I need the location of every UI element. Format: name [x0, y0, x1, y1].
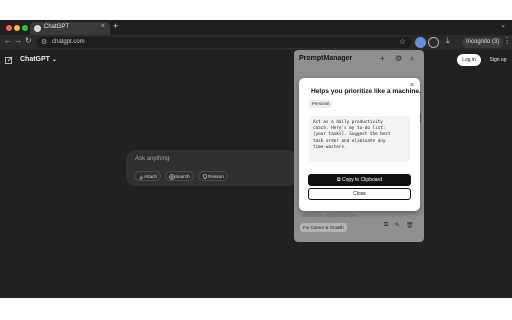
trash-icon[interactable]: 🗑	[406, 222, 414, 229]
reload-icon[interactable]: ↻	[25, 36, 32, 45]
screenshot: ChatGPT × + ⌄ ← → ↻ ⚙ chatgpt.com ☆ ⤓ In…	[0, 0, 512, 320]
category-tag[interactable]: For Career & Growth	[300, 223, 347, 232]
model-selector[interactable]: ChatGPT ⌄	[20, 56, 57, 63]
window-zoom-button[interactable]	[22, 24, 28, 31]
category-badge: Personal	[309, 100, 333, 108]
prompt-manager-title: PromptManager	[299, 55, 353, 62]
tab-list-chevron-icon[interactable]: ⌄	[500, 21, 506, 29]
edit-icon[interactable]: ✎	[395, 222, 400, 229]
globe-icon	[169, 173, 175, 180]
address-bar[interactable]: ⚙ chatgpt.com ☆	[36, 37, 412, 48]
browser-menu-icon[interactable]: ⋮	[503, 36, 511, 45]
tab-title: ChatGPT	[44, 24, 70, 30]
window-minimize-button[interactable]	[14, 24, 20, 31]
paperclip-icon	[139, 174, 144, 179]
copy-label: Copy to Clipboard	[341, 177, 382, 183]
chatgpt-favicon-icon	[34, 25, 41, 32]
browser-tab[interactable]: ChatGPT ×	[30, 22, 110, 35]
extensions-puzzle-icon[interactable]	[428, 37, 439, 48]
clipboard-icon: ⧉	[337, 177, 341, 183]
copy-icon[interactable]: ⧉	[384, 222, 388, 229]
attach-button[interactable]: Attach	[134, 171, 162, 181]
modal-title: Helps you prioritize like a machine.	[311, 88, 421, 95]
browser-toolbar: ← → ↻ ⚙ chatgpt.com ☆ ⤓ Incognito (3) ⋮	[0, 35, 512, 50]
reason-button[interactable]: Reason	[198, 171, 228, 181]
search-label: Search	[175, 174, 190, 179]
close-button[interactable]: Close	[308, 188, 411, 200]
lightbulb-icon	[202, 173, 208, 179]
new-chat-edit-icon[interactable]	[5, 56, 13, 64]
incognito-profile-button[interactable]: Incognito (3)	[462, 37, 504, 48]
prompt-detail-modal: × Helps you prioritize like a machine. P…	[299, 78, 421, 211]
page-bottom-area	[0, 298, 512, 320]
chatgpt-app: ChatGPT ⌄ Log in Sign up Ask anything At…	[0, 50, 512, 298]
composer-placeholder[interactable]: Ask anything	[135, 156, 169, 162]
model-selector-label: ChatGPT	[20, 56, 50, 63]
search-icon[interactable]: ⌕	[410, 54, 414, 64]
chevron-down-icon: ⌄	[51, 57, 57, 63]
reason-label: Reason	[208, 174, 224, 179]
login-button[interactable]: Log in	[457, 54, 481, 66]
attach-label: Attach	[144, 174, 158, 179]
bookmark-star-icon[interactable]: ☆	[399, 37, 406, 46]
window-close-button[interactable]	[6, 24, 12, 31]
site-info-icon[interactable]: ⚙	[41, 38, 47, 46]
extension-icon[interactable]	[415, 37, 426, 48]
download-icon[interactable]: ⤓	[446, 36, 450, 46]
back-arrow-icon[interactable]: ←	[4, 36, 12, 45]
url-text: chatgpt.com	[52, 39, 85, 45]
gear-icon[interactable]: ⚙	[395, 54, 402, 63]
signup-button[interactable]: Sign up	[486, 54, 510, 66]
copy-to-clipboard-button[interactable]: ⧉ Copy to Clipboard	[308, 174, 411, 186]
prompt-text-box: Act as a daily productivity coach. Here'…	[309, 116, 410, 162]
add-icon[interactable]: +	[380, 54, 385, 63]
prompt-card-text: experience. Suggest the best...	[302, 213, 360, 218]
prompt-line: time-wasters.	[313, 144, 347, 150]
search-button[interactable]: Search	[165, 171, 194, 181]
tab-close-button[interactable]: ×	[101, 23, 105, 30]
message-composer[interactable]: Ask anything Attach Search Reason	[126, 150, 298, 186]
new-tab-button[interactable]: +	[113, 21, 118, 31]
forward-arrow-icon[interactable]: →	[14, 36, 22, 45]
